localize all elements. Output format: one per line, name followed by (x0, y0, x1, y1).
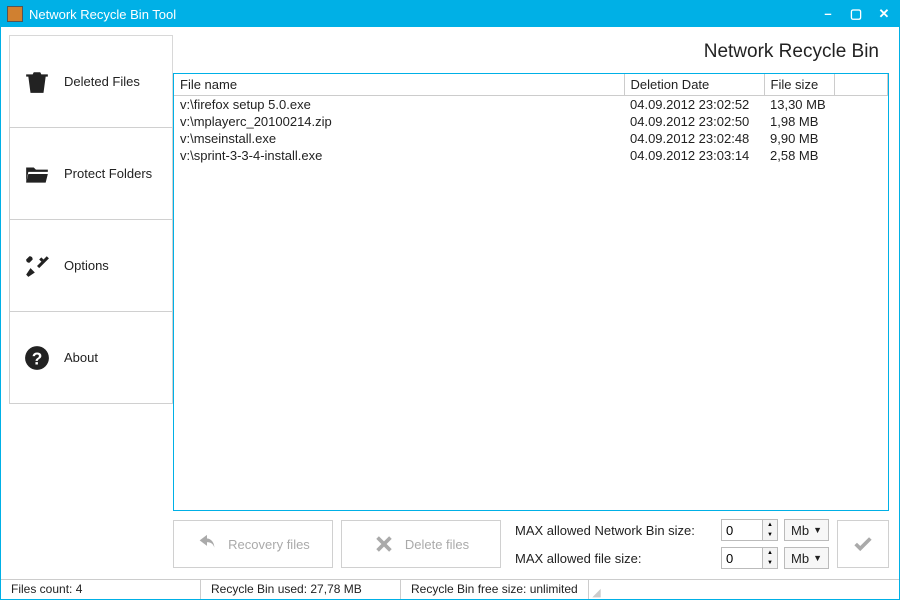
status-count: Files count: 4 (1, 580, 201, 599)
col-spacer (834, 74, 888, 96)
sidebar-item-label: Options (64, 258, 109, 273)
sidebar-item-label: Deleted Files (64, 74, 140, 89)
col-filename[interactable]: File name (174, 74, 624, 96)
cell-date: 04.09.2012 23:03:14 (624, 147, 764, 164)
table-row[interactable]: v:\mseinstall.exe04.09.2012 23:02:489,90… (174, 130, 888, 147)
help-icon: ? (24, 345, 50, 371)
sidebar-item-about[interactable]: ? About (9, 311, 173, 404)
max-net-input[interactable] (722, 520, 762, 540)
cell-filename: v:\mseinstall.exe (174, 130, 624, 147)
cell-size: 2,58 MB (764, 147, 834, 164)
delete-label: Delete files (405, 537, 469, 552)
sidebar-item-deleted-files[interactable]: Deleted Files (9, 35, 173, 128)
size-settings: MAX allowed Network Bin size: ▲▼ Mb▼ MAX… (509, 519, 829, 569)
x-icon (373, 533, 395, 555)
svg-text:?: ? (32, 348, 43, 368)
cell-date: 04.09.2012 23:02:50 (624, 113, 764, 130)
main-pane: Network Recycle Bin File name Deletion D… (173, 27, 899, 579)
max-file-unit[interactable]: Mb▼ (784, 547, 829, 569)
max-net-label: MAX allowed Network Bin size: (515, 523, 715, 538)
recovery-label: Recovery files (228, 537, 310, 552)
table-row[interactable]: v:\firefox setup 5.0.exe04.09.2012 23:02… (174, 96, 888, 114)
content-area: Deleted Files Protect Folders Options ? … (1, 27, 899, 579)
sidebar-item-options[interactable]: Options (9, 219, 173, 312)
spin-up[interactable]: ▲ (763, 520, 777, 530)
max-net-spinner[interactable]: ▲▼ (721, 519, 778, 541)
folder-open-icon (24, 161, 50, 187)
cell-filename: v:\sprint-3-3-4-install.exe (174, 147, 624, 164)
recovery-button[interactable]: Recovery files (173, 520, 333, 568)
cell-filename: v:\mplayerc_20100214.zip (174, 113, 624, 130)
max-file-label: MAX allowed file size: (515, 551, 715, 566)
max-net-unit[interactable]: Mb▼ (784, 519, 829, 541)
bottom-controls: Recovery files Delete files MAX allowed … (173, 511, 889, 571)
tools-icon (24, 253, 50, 279)
cell-size: 9,90 MB (764, 130, 834, 147)
maximize-button[interactable]: ▢ (847, 6, 865, 22)
app-icon (7, 6, 23, 22)
cell-date: 04.09.2012 23:02:52 (624, 96, 764, 114)
spin-up[interactable]: ▲ (763, 548, 777, 558)
check-icon (852, 533, 874, 555)
cell-date: 04.09.2012 23:02:48 (624, 130, 764, 147)
sidebar-item-protect-folders[interactable]: Protect Folders (9, 127, 173, 220)
col-file-size[interactable]: File size (764, 74, 834, 96)
status-bar: Files count: 4 Recycle Bin used: 27,78 M… (1, 579, 899, 599)
pane-title: Network Recycle Bin (173, 35, 889, 73)
sidebar-item-label: Protect Folders (64, 166, 152, 181)
max-file-input[interactable] (722, 548, 762, 568)
cell-size: 1,98 MB (764, 113, 834, 130)
chevron-down-icon: ▼ (813, 525, 822, 535)
resize-grip[interactable]: ◢ (589, 586, 603, 599)
window-buttons: – ▢ ✕ (819, 6, 893, 22)
minimize-button[interactable]: – (819, 6, 837, 22)
close-button[interactable]: ✕ (875, 6, 893, 22)
file-table: File name Deletion Date File size v:\fir… (174, 74, 888, 164)
file-table-container[interactable]: File name Deletion Date File size v:\fir… (173, 73, 889, 511)
title-bar: Network Recycle Bin Tool – ▢ ✕ (1, 1, 899, 27)
spin-down[interactable]: ▼ (763, 530, 777, 540)
status-free: Recycle Bin free size: unlimited (401, 580, 589, 599)
sidebar-item-label: About (64, 350, 98, 365)
window-title: Network Recycle Bin Tool (29, 7, 819, 22)
chevron-down-icon: ▼ (813, 553, 822, 563)
col-deletion-date[interactable]: Deletion Date (624, 74, 764, 96)
max-file-spinner[interactable]: ▲▼ (721, 547, 778, 569)
delete-button[interactable]: Delete files (341, 520, 501, 568)
status-used: Recycle Bin used: 27,78 MB (201, 580, 401, 599)
table-row[interactable]: v:\sprint-3-3-4-install.exe04.09.2012 23… (174, 147, 888, 164)
trash-icon (24, 69, 50, 95)
sidebar: Deleted Files Protect Folders Options ? … (1, 27, 173, 579)
undo-icon (196, 533, 218, 555)
spin-down[interactable]: ▼ (763, 558, 777, 568)
confirm-button[interactable] (837, 520, 889, 568)
cell-filename: v:\firefox setup 5.0.exe (174, 96, 624, 114)
table-row[interactable]: v:\mplayerc_20100214.zip04.09.2012 23:02… (174, 113, 888, 130)
cell-size: 13,30 MB (764, 96, 834, 114)
